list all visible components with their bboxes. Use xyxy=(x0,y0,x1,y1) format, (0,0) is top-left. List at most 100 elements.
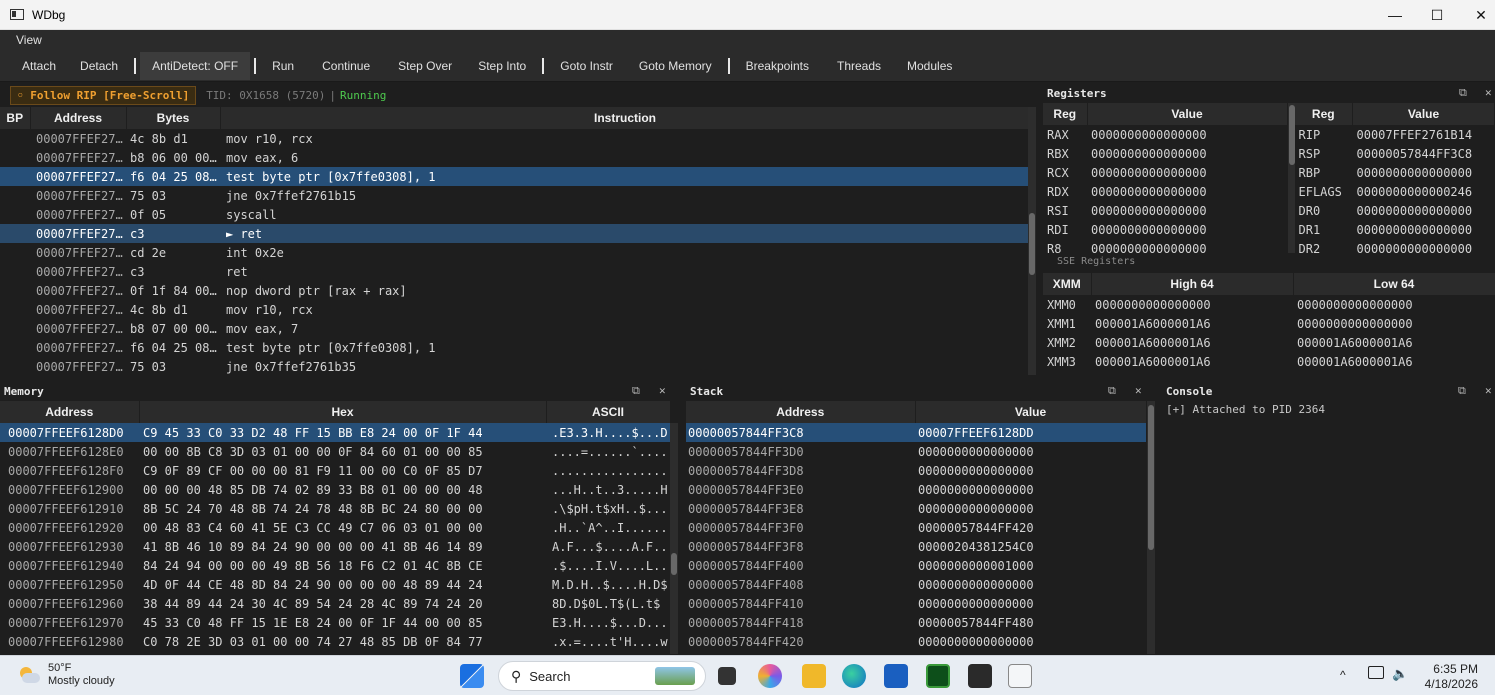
disasm-row[interactable]: 00007FFEF276… 0f 1f 84 00 … nop dword ptr … xyxy=(0,281,1030,300)
bp-cell[interactable] xyxy=(0,148,30,167)
col-address[interactable]: Address xyxy=(0,401,140,423)
clock[interactable]: 6:35 PM 4/18/2026 xyxy=(1422,662,1478,692)
close-window-button[interactable]: ✕ xyxy=(1458,0,1495,30)
col-value[interactable]: Value xyxy=(1087,103,1288,125)
modules-button[interactable]: Modules xyxy=(893,52,964,80)
memory-row[interactable]: 00007FFEEF612900 00 00 00 48 85 DB 74 02 … xyxy=(0,480,670,499)
memory-row[interactable]: 00007FFEEF612910 8B 5C 24 70 48 8B 74 24 … xyxy=(0,499,670,518)
xmm-row[interactable]: XMM3 000001A6000001A6 000001A6000001A6 xyxy=(1043,352,1495,371)
col-reg[interactable]: Reg xyxy=(1043,103,1088,125)
stack-row[interactable]: 00000057844FF3F8 00000204381254C0 xyxy=(686,537,1146,556)
stack-row[interactable]: 00000057844FF418 00000057844FF480 xyxy=(686,613,1146,632)
memory-row[interactable]: 00007FFEEF612950 4D 0F 44 CE 48 8D 84 24 … xyxy=(0,575,670,594)
maximize-button[interactable]: ☐ xyxy=(1414,0,1460,30)
disasm-row[interactable]: 00007FFEF276… b8 06 00 00 … mov eax, 6 xyxy=(0,148,1030,167)
stack-scroll-thumb[interactable] xyxy=(1148,405,1154,550)
disasm-row[interactable]: 00007FFEF276… cd 2e int 0x2e xyxy=(0,243,1030,262)
register-row[interactable]: RDX 0000000000000000 xyxy=(1043,182,1287,201)
disasm-scrollbar[interactable] xyxy=(1028,107,1036,375)
stack-float-button[interactable]: ⧉ xyxy=(1108,384,1116,398)
terminal-icon[interactable] xyxy=(968,664,992,688)
breakpoints-button[interactable]: Breakpoints xyxy=(734,52,821,80)
windows-start-icon[interactable] xyxy=(460,664,484,688)
stack-row[interactable]: 00000057844FF3C8 00007FFEEF6128DD xyxy=(686,423,1146,442)
stack-row[interactable]: 00000057844FF3E8 0000000000000000 xyxy=(686,499,1146,518)
menu-view[interactable]: View xyxy=(16,33,42,47)
tray-chevron-icon[interactable]: ^ xyxy=(1340,668,1346,682)
bp-cell[interactable] xyxy=(0,167,30,186)
task-view-icon[interactable] xyxy=(718,667,736,685)
stack-row[interactable]: 00000057844FF3E0 0000000000000000 xyxy=(686,480,1146,499)
memory-close-button[interactable]: ✕ xyxy=(659,384,666,397)
step-into-button[interactable]: Step Into xyxy=(464,52,538,80)
disasm-row[interactable]: 00007FFEF276… f6 04 25 08 … test byte ptr … xyxy=(0,338,1030,357)
register-row[interactable]: RAX 0000000000000000 xyxy=(1043,125,1287,144)
register-row[interactable]: RBX 0000000000000000 xyxy=(1043,144,1287,163)
col-instruction[interactable]: Instruction xyxy=(220,107,1031,129)
col-bytes[interactable]: Bytes xyxy=(126,107,221,129)
register-row[interactable]: DR2 0000000000000000 xyxy=(1295,239,1495,256)
step-over-button[interactable]: Step Over xyxy=(382,52,464,80)
register-row[interactable]: RSI 0000000000000000 xyxy=(1043,201,1287,220)
memory-row[interactable]: 00007FFEEF612960 38 44 89 44 24 30 4C 89 … xyxy=(0,594,670,613)
disasm-scroll-thumb[interactable] xyxy=(1029,213,1035,275)
stack-row[interactable]: 00000057844FF410 0000000000000000 xyxy=(686,594,1146,613)
registers-close-button[interactable]: ✕ xyxy=(1485,86,1492,99)
memory-row[interactable]: 00007FFEEF612980 C0 78 2E 3D 03 01 00 00 … xyxy=(0,632,670,651)
follow-rip-toggle[interactable]: ◦ Follow RIP [Free-Scroll] xyxy=(10,85,197,105)
bp-cell[interactable] xyxy=(0,262,30,281)
stack-row[interactable]: 00000057844FF420 0000000000000000 xyxy=(686,632,1146,651)
bp-cell[interactable] xyxy=(0,129,30,148)
register-row[interactable]: RCX 0000000000000000 xyxy=(1043,163,1287,182)
console-close-button[interactable]: ✕ xyxy=(1485,384,1492,397)
col-xmm[interactable]: XMM xyxy=(1043,273,1092,295)
attach-button[interactable]: Attach xyxy=(10,52,68,80)
bp-cell[interactable] xyxy=(0,224,30,243)
stack-row[interactable]: 00000057844FF408 0000000000000000 xyxy=(686,575,1146,594)
col-high64[interactable]: High 64 xyxy=(1091,273,1294,295)
col-bp[interactable]: BP xyxy=(0,107,31,129)
detach-button[interactable]: Detach xyxy=(68,52,130,80)
goto-memory-button[interactable]: Goto Memory xyxy=(625,52,724,80)
goto-instr-button[interactable]: Goto Instr xyxy=(548,52,625,80)
bp-cell[interactable] xyxy=(0,186,30,205)
memory-scroll-thumb[interactable] xyxy=(671,553,677,575)
threads-button[interactable]: Threads xyxy=(821,52,893,80)
stack-row[interactable]: 00000057844FF3F0 00000057844FF420 xyxy=(686,518,1146,537)
memory-row[interactable]: 00007FFEEF612930 41 8B 46 10 89 84 24 90 … xyxy=(0,537,670,556)
col-address[interactable]: Address xyxy=(30,107,127,129)
disasm-row[interactable]: 00007FFEF276… 75 03 jne 0x7ffef2761b35 xyxy=(0,357,1030,375)
disasm-row[interactable]: 00007FFEF276… c3 ret xyxy=(0,262,1030,281)
disasm-row[interactable]: 00007FFEF276… b8 07 00 00 … mov eax, 7 xyxy=(0,319,1030,338)
minimize-button[interactable]: — xyxy=(1372,0,1418,30)
terminal-green-icon[interactable] xyxy=(926,664,950,688)
registers-float-button[interactable]: ⧉ xyxy=(1459,86,1467,100)
memory-row[interactable]: 00007FFEEF6128F0 C9 0F 89 CF 00 00 00 81 … xyxy=(0,461,670,480)
memory-row[interactable]: 00007FFEEF612970 45 33 C0 48 FF 15 1E E8 … xyxy=(0,613,670,632)
bp-cell[interactable] xyxy=(0,319,30,338)
bp-cell[interactable] xyxy=(0,205,30,224)
col-low64[interactable]: Low 64 xyxy=(1293,273,1495,295)
wdbg-taskbar-icon[interactable] xyxy=(1008,664,1032,688)
weather-widget[interactable]: 50°F Mostly cloudy xyxy=(18,662,115,688)
col-address[interactable]: Address xyxy=(686,401,916,423)
register-row[interactable]: EFLAGS 0000000000000246 xyxy=(1295,182,1495,201)
bp-cell[interactable] xyxy=(0,243,30,262)
stack-close-button[interactable]: ✕ xyxy=(1135,384,1142,397)
stack-row[interactable]: 00000057844FF3D0 0000000000000000 xyxy=(686,442,1146,461)
register-row[interactable]: RBP 0000000000000000 xyxy=(1295,163,1495,182)
copilot-icon[interactable] xyxy=(758,664,782,688)
stack-row[interactable]: 00000057844FF3D8 0000000000000000 xyxy=(686,461,1146,480)
volume-icon[interactable]: 🔈 xyxy=(1392,666,1408,682)
register-row[interactable]: DR0 0000000000000000 xyxy=(1295,201,1495,220)
col-ascii[interactable]: ASCII xyxy=(546,401,671,423)
edge-browser-icon[interactable] xyxy=(842,664,866,688)
stack-scrollbar[interactable] xyxy=(1147,401,1155,654)
memory-row[interactable]: 00007FFEEF6128E0 00 00 8B C8 3D 03 01 00 … xyxy=(0,442,670,461)
register-row[interactable]: RIP 00007FFEF2761B14 xyxy=(1295,125,1495,144)
bp-cell[interactable] xyxy=(0,300,30,319)
col-reg[interactable]: Reg xyxy=(1294,103,1353,125)
register-row[interactable]: RSP 00000057844FF3C8 xyxy=(1295,144,1495,163)
console-float-button[interactable]: ⧉ xyxy=(1458,384,1466,398)
register-row[interactable]: RDI 0000000000000000 xyxy=(1043,220,1287,239)
